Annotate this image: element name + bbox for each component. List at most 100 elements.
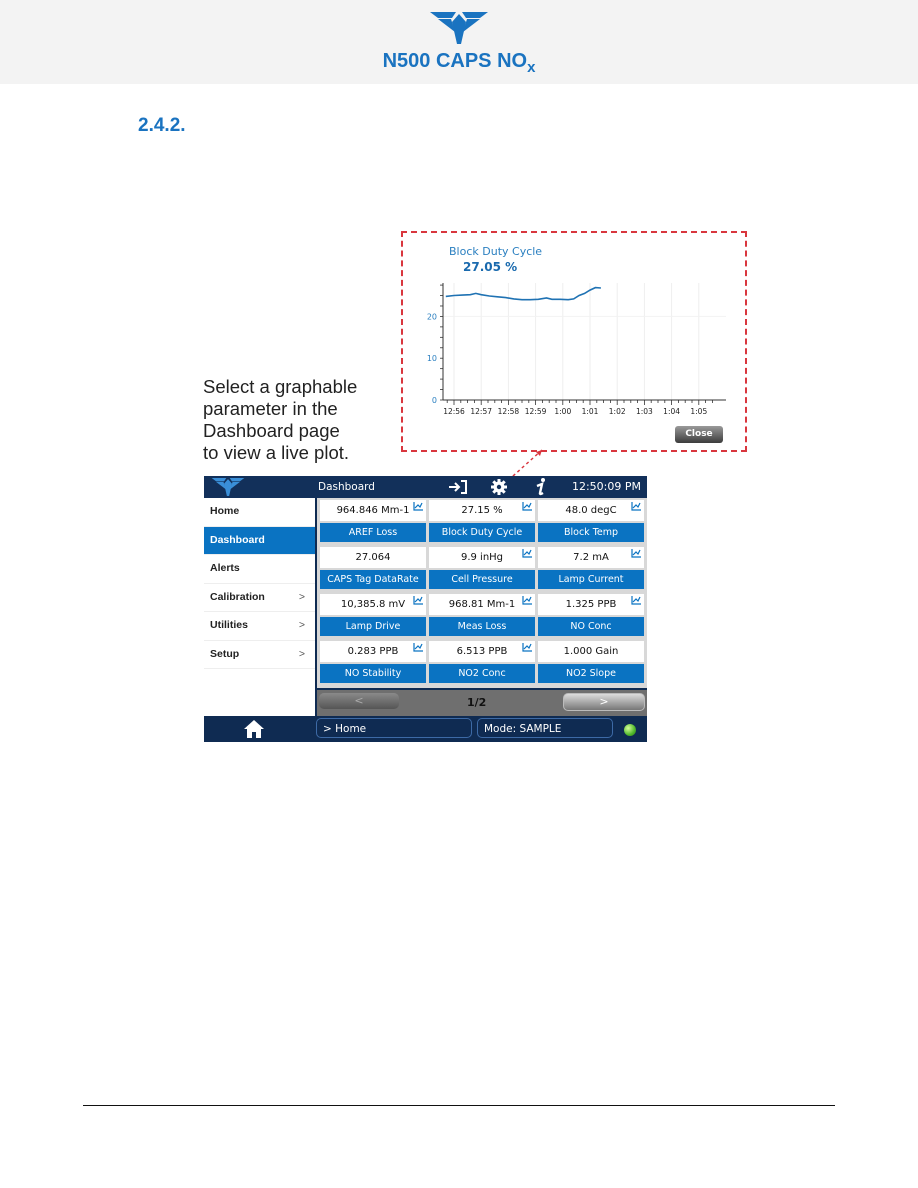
screen-title: Dashboard [318,481,375,493]
page-indicator: 1/2 [467,696,487,709]
tile-value: 964.846 Mm-1 [320,500,426,521]
section-number: 2.4.2. [138,115,186,136]
tile-value-text: 27.15 % [461,505,503,516]
status-led [624,724,636,736]
prev-page-button[interactable]: < [319,693,399,709]
tile-value: 48.0 degC [538,500,644,521]
dashboard-tile[interactable]: 0.283 PPB NO Stability [320,641,426,685]
dashboard-tile[interactable]: 27.15 % Block Duty Cycle [429,500,535,544]
login-icon[interactable] [448,479,468,495]
breadcrumb[interactable]: > Home [316,718,472,738]
graph-icon[interactable] [413,502,423,511]
y-tick-label: 20 [427,312,437,321]
x-tick-label: 12:59 [525,407,547,416]
x-tick-label: 1:01 [582,407,599,416]
tile-label[interactable]: CAPS Tag DataRate [320,570,426,589]
graph-icon[interactable] [631,596,641,605]
sidebar-item-dashboard[interactable]: Dashboard [204,526,315,555]
tile-value: 6.513 PPB [429,641,535,662]
dashboard-tile[interactable]: 964.846 Mm-1 AREF Loss [320,500,426,544]
dashboard-tile[interactable]: 968.81 Mm-1 Meas Loss [429,594,535,638]
dashboard-tile[interactable]: 27.064 CAPS Tag DataRate [320,547,426,591]
x-tick-label: 12:58 [498,407,520,416]
sidebar-item-label: Utilities [210,619,248,631]
tile-label[interactable]: Block Duty Cycle [429,523,535,542]
sidebar-item-label: Calibration [210,590,265,603]
dashboard-tile[interactable]: 48.0 degC Block Temp [538,500,644,544]
x-tick-label: 1:04 [663,407,680,416]
graph-icon[interactable] [631,502,641,511]
y-tick-label: 0 [432,396,437,405]
caption-line: parameter in the [203,398,338,419]
bottom-bar: > Home Mode: SAMPLE [204,716,647,742]
sidebar-item-setup[interactable]: Setup > [204,641,315,669]
graph-icon[interactable] [522,502,532,511]
sidebar-item-home[interactable]: Home [204,498,315,527]
dashboard-tile[interactable]: 1.000 Gain NO2 Slope [538,641,644,685]
tile-value-text: 27.064 [355,552,391,563]
tile-label[interactable]: NO Stability [320,664,426,683]
tile-value-text: 48.0 degC [565,505,617,516]
chevron-right-icon: > [298,619,305,631]
graph-icon[interactable] [522,549,532,558]
document-title: N500 CAPS NOx [382,50,536,76]
tile-label[interactable]: AREF Loss [320,523,426,542]
graph-icon[interactable] [413,643,423,652]
x-tick-label: 12:56 [443,407,465,416]
graph-icon[interactable] [413,596,423,605]
sidebar-item-calibration[interactable]: Calibration > [204,584,315,612]
info-icon[interactable] [534,477,548,497]
live-plot-popup: Block Duty Cycle 27.05 % 0 10 20 12:56 12:57… [401,231,747,452]
dashboard-tile[interactable]: 1.325 PPB NO Conc [538,594,644,638]
graph-icon[interactable] [522,643,532,652]
gear-icon[interactable] [490,478,508,496]
tile-value-text: 1.325 PPB [565,599,617,610]
tile-value: 7.2 mA [538,547,644,568]
sidebar: Home Dashboard Alerts Calibration > Utilities… [204,498,315,716]
pager: < 1/2 > [317,690,647,716]
sidebar-item-label: Setup [210,647,240,660]
chevron-right-icon: > [298,590,305,603]
caption-line: Select a graphable [203,376,358,397]
tile-value-text: 10,385.8 mV [340,599,406,610]
sidebar-item-label: Dashboard [210,533,265,546]
tile-label[interactable]: Block Temp [538,523,644,542]
tile-label[interactable]: Lamp Current [538,570,644,589]
dashboard-tile[interactable]: 6.513 PPB NO2 Conc [429,641,535,685]
tile-label[interactable]: NO Conc [538,617,644,636]
next-page-button[interactable]: > [563,693,645,711]
tile-value: 27.15 % [429,500,535,521]
tile-label[interactable]: Lamp Drive [320,617,426,636]
teledyne-logo-icon [430,12,488,44]
graph-icon[interactable] [522,596,532,605]
tile-value: 1.000 Gain [538,641,644,662]
teledyne-logo-icon [211,478,245,496]
home-icon[interactable] [244,720,264,738]
y-tick-label: 10 [427,354,437,363]
dashboard-tile[interactable]: 7.2 mA Lamp Current [538,547,644,591]
plot-chart: 0 10 20 12:56 12:57 12:58 12:59 1:00 1:01 1:02 1:0… [427,283,726,416]
x-tick-label: 1:02 [609,407,626,416]
close-button[interactable]: Close [675,426,723,443]
sidebar-item-utilities[interactable]: Utilities > [204,612,315,641]
graph-icon[interactable] [631,549,641,558]
tile-value: 27.064 [320,547,426,568]
footer-rule [83,1105,835,1106]
tile-label[interactable]: Meas Loss [429,617,535,636]
top-bar: Dashboard 12:50:09 PM [204,476,647,498]
sidebar-item-label: Alerts [210,562,240,574]
tile-label[interactable]: NO2 Slope [538,664,644,683]
sidebar-item-alerts[interactable]: Alerts [204,555,315,584]
tile-value: 968.81 Mm-1 [429,594,535,615]
dashboard-tile[interactable]: 9.9 inHg Cell Pressure [429,547,535,591]
tile-label[interactable]: Cell Pressure [429,570,535,589]
tile-value-text: 9.9 inHg [460,552,504,563]
x-tick-label: 1:05 [690,407,707,416]
dashboard-tile[interactable]: 10,385.8 mV Lamp Drive [320,594,426,638]
tile-value: 0.283 PPB [320,641,426,662]
tile-label[interactable]: NO2 Conc [429,664,535,683]
tile-value-text: 964.846 Mm-1 [336,505,410,516]
tile-value-text: 1.000 Gain [563,646,619,657]
tile-value-text: 7.2 mA [573,552,609,563]
tile-value-text: 0.283 PPB [347,646,399,657]
